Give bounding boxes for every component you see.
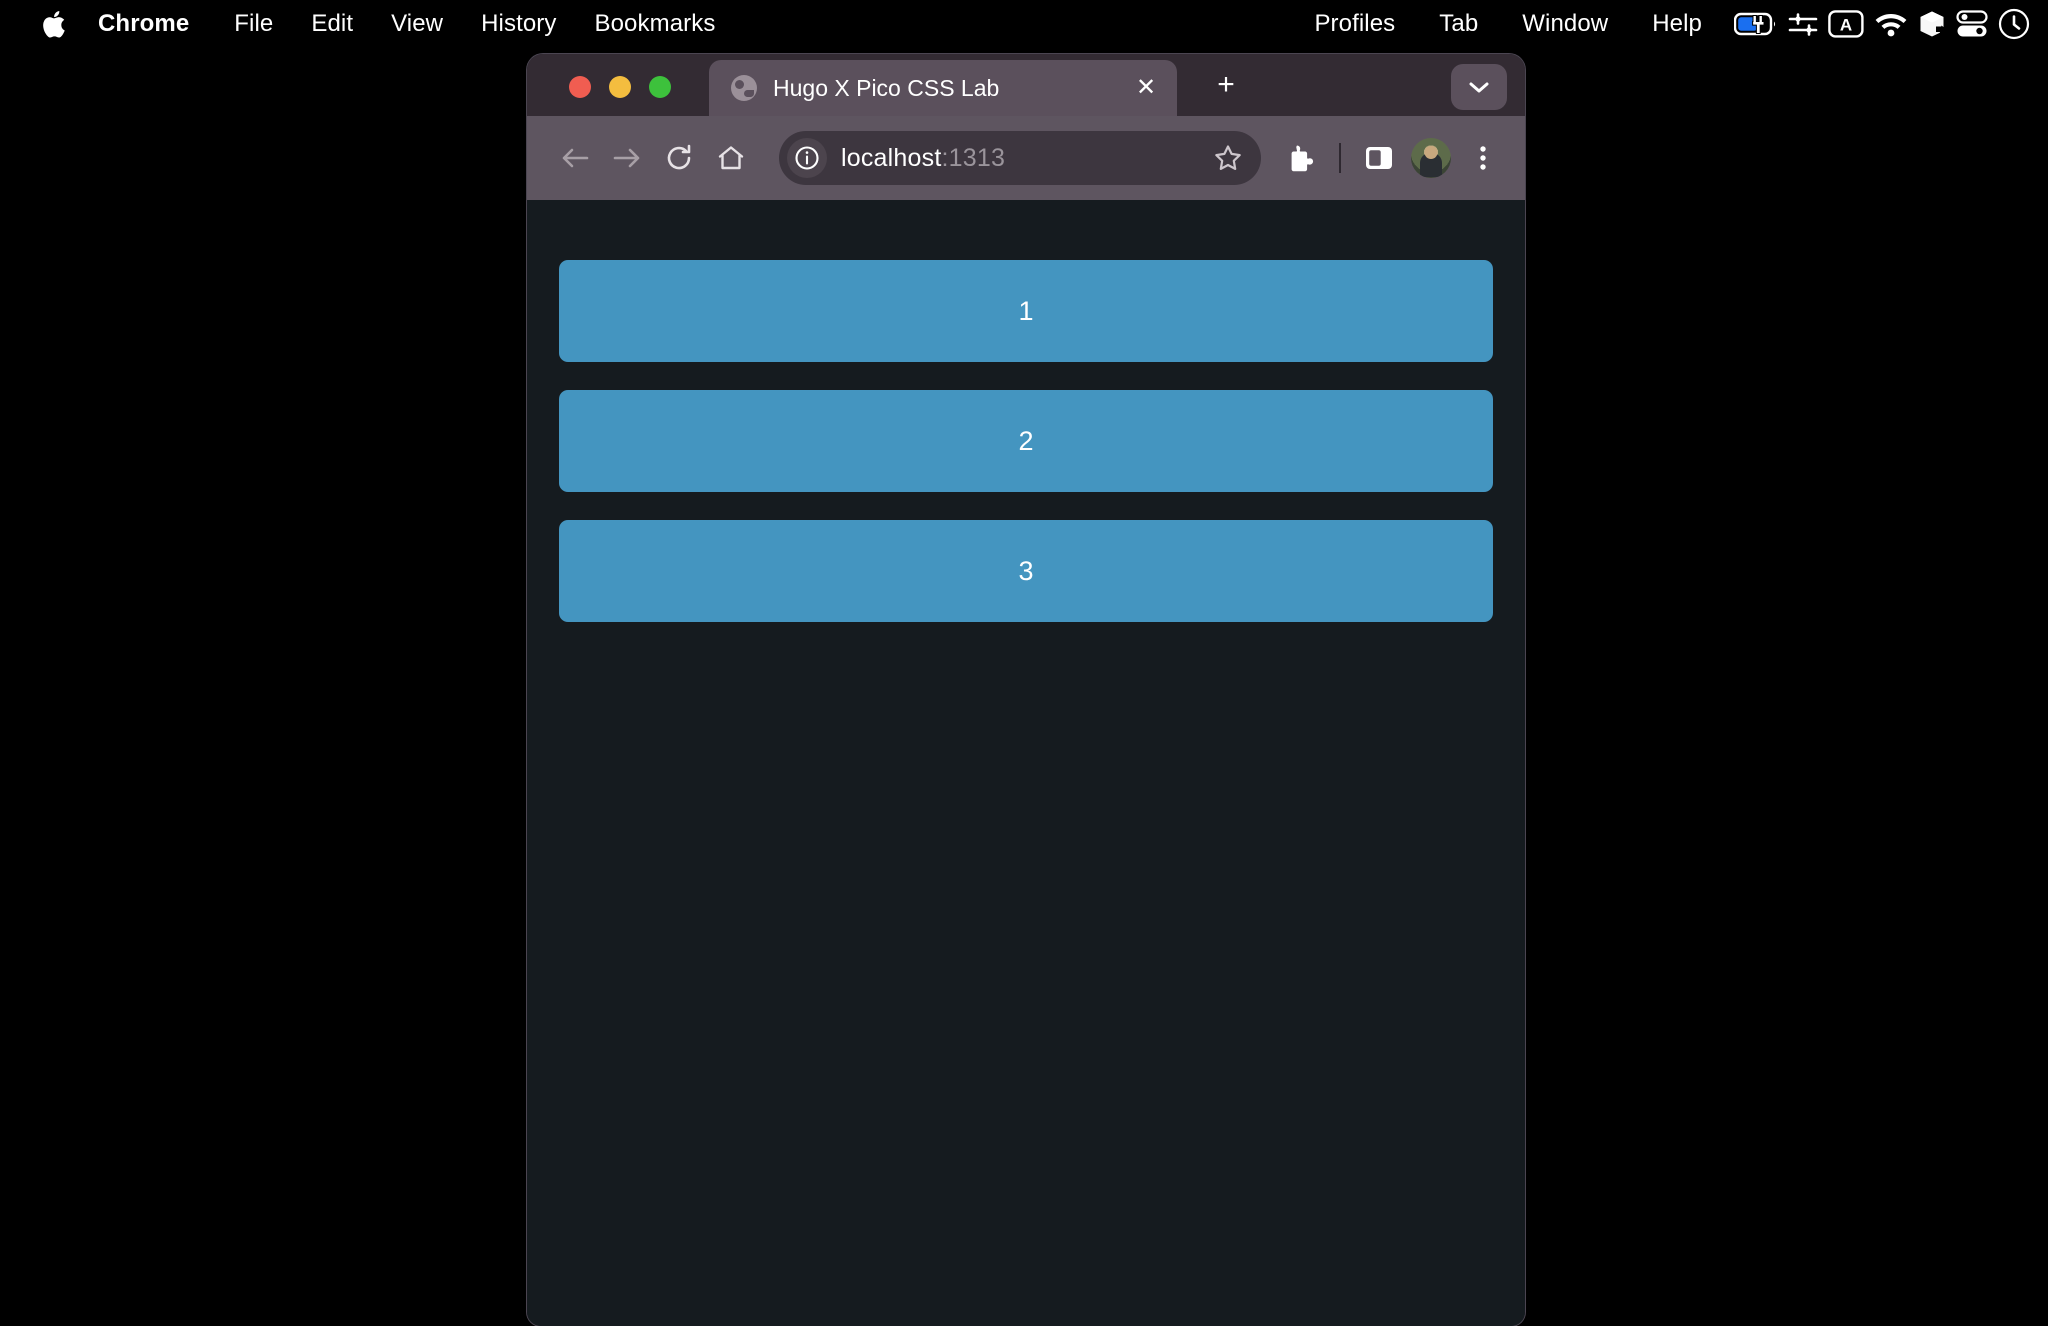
close-icon[interactable]: ✕ bbox=[1131, 73, 1161, 103]
menu-item-file[interactable]: File bbox=[215, 10, 292, 38]
apple-logo-icon[interactable] bbox=[38, 7, 68, 41]
control-center-icon[interactable] bbox=[1956, 0, 1988, 48]
menu-app-name[interactable]: Chrome bbox=[98, 10, 215, 38]
globe-icon bbox=[731, 75, 757, 101]
browser-toolbar: localhost:1313 bbox=[527, 116, 1525, 200]
menu-item-window[interactable]: Window bbox=[1500, 10, 1630, 38]
keyboard-input-a-icon[interactable]: A bbox=[1828, 0, 1864, 48]
macos-menu-bar: Chrome File Edit View History Bookmarks … bbox=[0, 0, 2048, 48]
tab-strip: Hugo X Pico CSS Lab ✕ + bbox=[527, 54, 1525, 116]
address-bar[interactable]: localhost:1313 bbox=[779, 131, 1261, 185]
home-button[interactable] bbox=[705, 132, 757, 184]
menu-item-profiles[interactable]: Profiles bbox=[1292, 10, 1417, 38]
wifi-icon[interactable] bbox=[1874, 0, 1908, 48]
menu-item-bookmarks[interactable]: Bookmarks bbox=[576, 10, 735, 38]
menu-item-edit[interactable]: Edit bbox=[292, 10, 372, 38]
maximize-window-button[interactable] bbox=[649, 76, 671, 98]
svg-text:A: A bbox=[1840, 16, 1852, 35]
menu-bar-left-group: Chrome File Edit View History Bookmarks bbox=[0, 0, 734, 48]
battery-charging-icon[interactable] bbox=[1734, 0, 1778, 48]
minimize-window-button[interactable] bbox=[609, 76, 631, 98]
back-button[interactable] bbox=[549, 132, 601, 184]
three-dot-menu-icon[interactable] bbox=[1457, 132, 1509, 184]
page-viewport: 1 2 3 bbox=[527, 200, 1525, 1326]
toolbar-divider bbox=[1339, 143, 1341, 173]
pico-button-2[interactable]: 2 bbox=[559, 390, 1493, 492]
close-window-button[interactable] bbox=[569, 76, 591, 98]
chrome-browser-window: Hugo X Pico CSS Lab ✕ + localhost:1313 1… bbox=[527, 54, 1525, 1326]
star-icon[interactable] bbox=[1207, 137, 1249, 179]
menu-item-help[interactable]: Help bbox=[1630, 10, 1724, 38]
menu-item-view[interactable]: View bbox=[372, 10, 462, 38]
info-circle-icon[interactable] bbox=[787, 138, 827, 178]
pico-button-1[interactable]: 1 bbox=[559, 260, 1493, 362]
pico-button-3[interactable]: 3 bbox=[559, 520, 1493, 622]
url-host: localhost bbox=[841, 143, 942, 172]
window-traffic-lights bbox=[569, 76, 671, 98]
url-text: localhost:1313 bbox=[841, 144, 1207, 173]
chevron-down-icon[interactable] bbox=[1451, 64, 1507, 110]
reload-button[interactable] bbox=[653, 132, 705, 184]
dropbox-box-icon[interactable] bbox=[1918, 0, 1946, 48]
siri-clock-icon[interactable] bbox=[1998, 0, 2030, 48]
avatar[interactable] bbox=[1411, 138, 1451, 178]
extensions-button[interactable] bbox=[1275, 132, 1327, 184]
side-panel-icon[interactable] bbox=[1353, 132, 1405, 184]
tab-title: Hugo X Pico CSS Lab bbox=[773, 74, 1000, 101]
menu-item-history[interactable]: History bbox=[462, 10, 575, 38]
menu-bar-right-group: Profiles Tab Window Help A bbox=[1292, 0, 2048, 48]
forward-button[interactable] bbox=[601, 132, 653, 184]
control-sliders-icon[interactable] bbox=[1788, 0, 1818, 48]
new-tab-button[interactable]: + bbox=[1207, 66, 1245, 104]
browser-tab-active[interactable]: Hugo X Pico CSS Lab ✕ bbox=[709, 60, 1177, 116]
url-port: :1313 bbox=[941, 143, 1006, 172]
menu-item-tab[interactable]: Tab bbox=[1417, 10, 1500, 38]
